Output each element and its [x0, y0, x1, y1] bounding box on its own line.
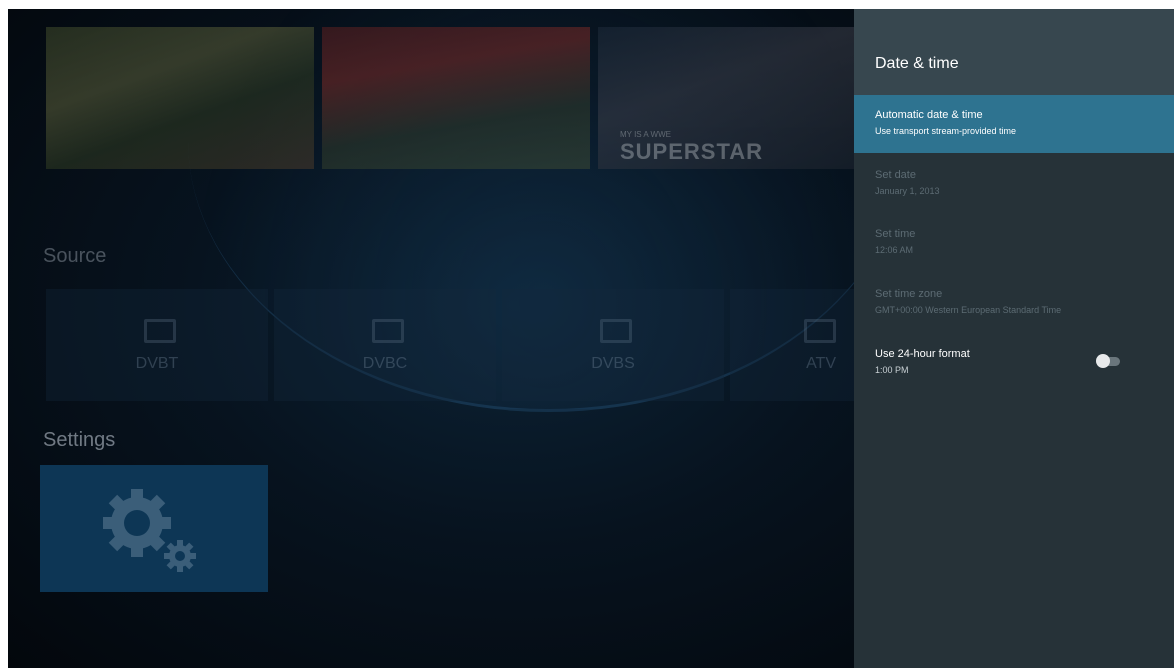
set-time-zone-item[interactable]: Set time zone GMT+00:00 Western European…	[854, 274, 1174, 332]
item-subtitle: GMT+00:00 Western European Standard Time	[875, 305, 1062, 315]
item-subtitle: Use transport stream-provided time	[875, 126, 1017, 136]
item-subtitle: 1:00 PM	[875, 365, 909, 375]
panel-title: Date & time	[875, 55, 959, 72]
item-subtitle: 12:06 AM	[875, 245, 914, 255]
automatic-date-time-item[interactable]: Automatic date & time Use transport stre…	[854, 95, 1174, 153]
panel-header: Date & time	[854, 9, 1174, 95]
source-tile-atv[interactable]: ATV	[730, 289, 854, 401]
set-time-item[interactable]: Set time 12:06 AM	[854, 214, 1174, 272]
date-time-settings-panel: Date & time Automatic date & time Use tr…	[854, 9, 1174, 668]
item-title: Use 24-hour format	[875, 348, 970, 360]
thumbnail-caption-small: MY IS A WWE	[620, 130, 671, 139]
tv-icon	[144, 319, 176, 343]
source-section-title: Source	[43, 245, 107, 267]
source-label: DVBT	[135, 355, 179, 372]
set-date-item[interactable]: Set date January 1, 2013	[854, 155, 1174, 213]
thumbnail-caption-large: SUPERSTAR	[620, 139, 764, 164]
item-title: Set time	[875, 228, 916, 240]
use-24-hour-format-item[interactable]: Use 24-hour format 1:00 PM	[854, 334, 1174, 392]
source-label: DVBS	[591, 355, 635, 372]
source-label: ATV	[806, 355, 836, 372]
source-tile-dvbs[interactable]: DVBS	[502, 289, 724, 401]
gear-icon	[103, 489, 196, 572]
item-title: Set time zone	[875, 288, 943, 300]
tv-screen: MY IS A WWE SUPERSTAR Source DVBT DVBC D…	[8, 9, 1174, 668]
item-title: Set date	[875, 169, 916, 181]
24-hour-format-toggle[interactable]	[1096, 354, 1122, 368]
tv-icon	[600, 319, 632, 343]
source-tile-dvbc[interactable]: DVBC	[274, 289, 496, 401]
content-thumbnail-baseball[interactable]	[322, 27, 590, 169]
settings-tile[interactable]	[40, 465, 268, 592]
item-subtitle: January 1, 2013	[875, 186, 940, 196]
content-thumbnail-wwe[interactable]: MY IS A WWE SUPERSTAR	[598, 27, 854, 169]
item-title: Automatic date & time	[875, 109, 983, 121]
thumbnail-caption: MY IS A WWE SUPERSTAR	[620, 130, 763, 165]
settings-section-title: Settings	[43, 429, 116, 451]
content-thumbnail-soccer[interactable]	[46, 27, 314, 169]
source-tile-dvbt[interactable]: DVBT	[46, 289, 268, 401]
launcher-background: MY IS A WWE SUPERSTAR Source DVBT DVBC D…	[8, 9, 854, 668]
source-label: DVBC	[362, 355, 408, 372]
toggle-knob	[1096, 354, 1110, 368]
antenna-icon	[804, 319, 836, 343]
tv-icon	[372, 319, 404, 343]
